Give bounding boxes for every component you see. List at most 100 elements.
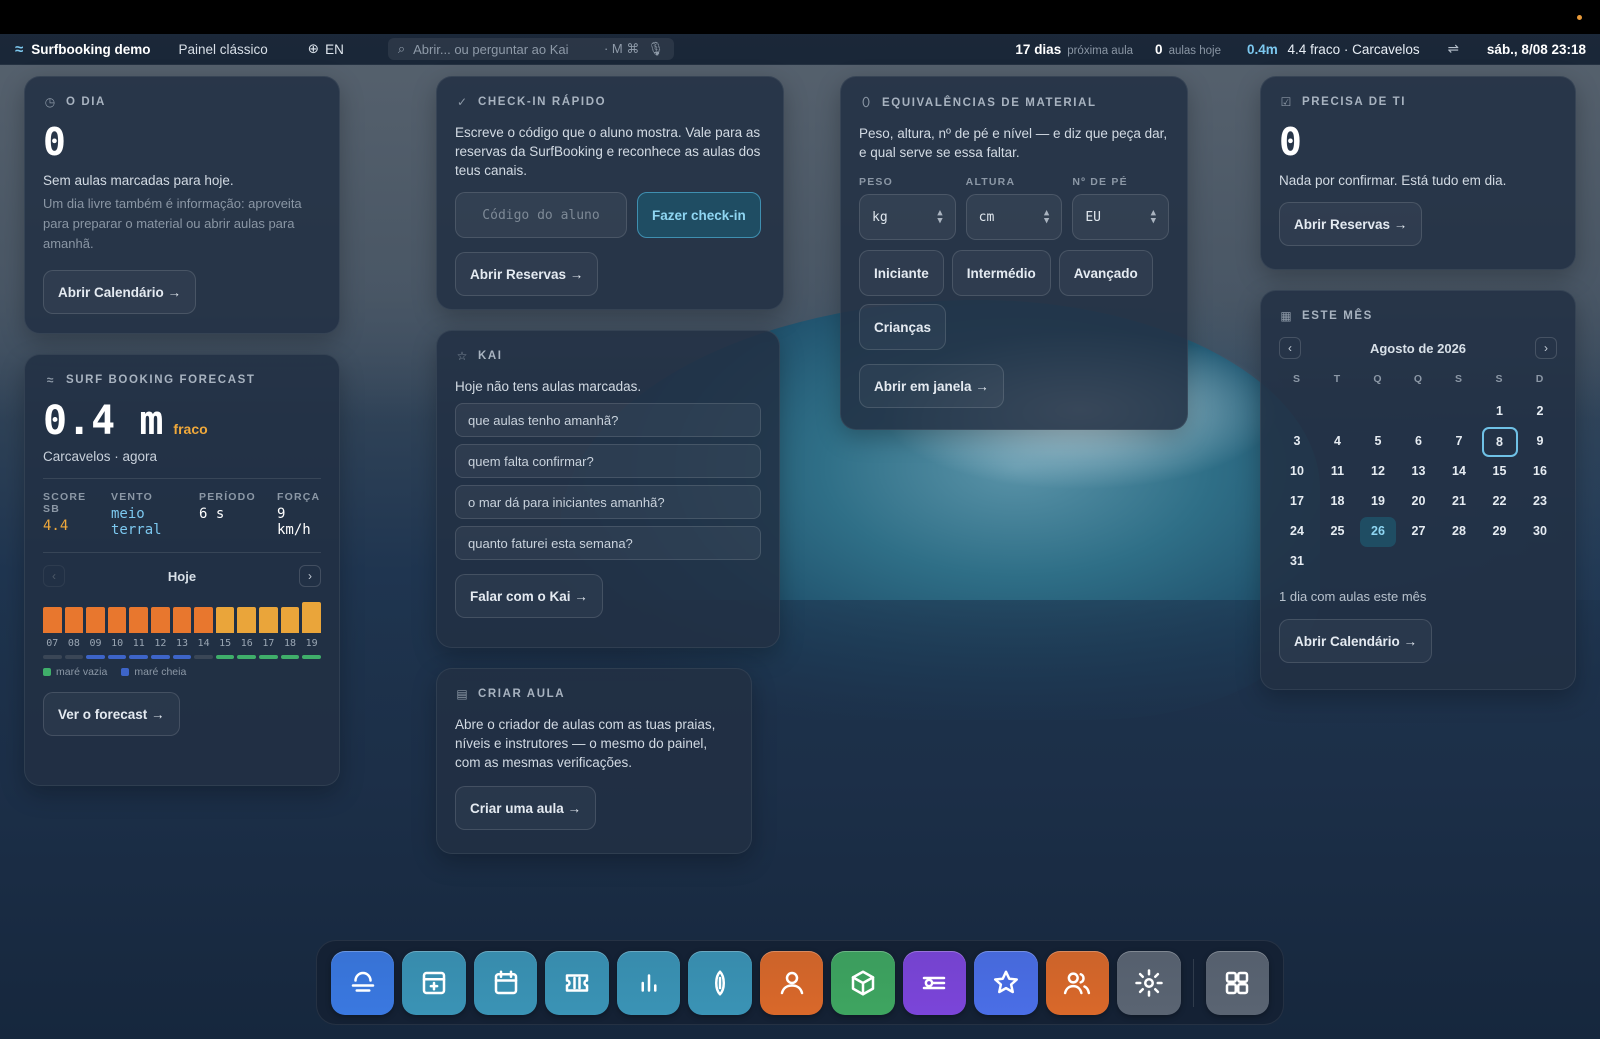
calendar-day[interactable]: 1 [1482,397,1518,427]
today-lessons-stat: 0 aulas hoje [1155,42,1221,57]
level-button[interactable]: Avançado [1058,250,1153,296]
menubar: ≈ Surfbooking demo Painel clássico ⊕ EN … [0,34,1600,65]
day-card: ◷ O DIA 0 Sem aulas marcadas para hoje. U… [24,76,340,334]
calendar-day[interactable]: 20 [1401,487,1437,517]
level-button[interactable]: Intermédio [951,250,1051,296]
command-search[interactable]: ⌕ Abrir... ou perguntar ao Kai · M ⌘ 🎙 [387,38,674,60]
dock-app-calendar[interactable] [473,950,538,1015]
system-status-strip [0,0,1600,34]
dock-app-kai[interactable] [974,950,1038,1015]
calendar-day[interactable]: 3 [1279,427,1315,457]
calendar-day[interactable]: 13 [1401,457,1437,487]
calendar-day[interactable]: 27 [1401,517,1437,547]
sliders-icon [923,976,946,989]
forecast-location: Carcavelos · agora [43,449,158,464]
level-button[interactable]: Iniciante [859,250,944,296]
open-bookings-button[interactable]: Abrir Reservas → [1279,202,1423,246]
tide-segment [237,655,257,659]
dock-app-launcher[interactable] [1205,950,1270,1015]
kai-suggestion[interactable]: que aulas tenho amanhã? [455,403,761,437]
calendar-day[interactable]: 23 [1522,487,1558,517]
calendar-day[interactable]: 25 [1320,517,1356,547]
next-day-button[interactable]: › [298,565,321,587]
sliders-icon[interactable]: ⇌ [1448,41,1459,57]
create-lesson-button[interactable]: Criar uma aula → [455,786,597,830]
create-lesson-card: ▤ CRIAR AULA Abre o criador de aulas com … [436,668,752,854]
calendar-day[interactable]: 4 [1320,427,1356,457]
dock-app-clients[interactable] [1045,950,1110,1015]
open-calendar-button[interactable]: Abrir Calendário → [43,270,197,314]
dock-app-inventory[interactable] [831,950,895,1015]
dock-app-tickets[interactable] [545,950,609,1015]
calendar-day[interactable]: 30 [1522,517,1558,547]
weekday-label: D [1535,373,1545,385]
card-title: ESTE MÊS [1302,310,1373,322]
calendar-day[interactable]: 5 [1360,427,1396,457]
gear-icon [1135,968,1163,997]
calendar-day[interactable]: 2 [1522,397,1558,427]
kai-suggestion[interactable]: o mar dá para iniciantes amanhã? [455,485,761,519]
calendar-day[interactable]: 7 [1441,427,1477,457]
wave-logo-icon: ≈ [15,40,24,58]
calendar-day[interactable]: 11 [1320,457,1356,487]
needs-you-card: ☑ PRECISA DE TI 0 Nada por confirmar. Est… [1260,76,1576,270]
calendar-day[interactable]: 14 [1441,457,1477,487]
height-select[interactable]: cm ▲ ▼ [965,194,1063,240]
dock-app-surf[interactable] [331,950,395,1015]
weight-select[interactable]: kg ▲ ▼ [859,194,956,240]
tide-segment [129,655,149,659]
calendar-day[interactable]: 26 [1360,517,1396,547]
level-button[interactable]: Crianças [859,304,947,350]
dock-app-instructors[interactable] [759,950,824,1015]
material-card: ⬯ EQUIVALÊNCIAS DE MATERIAL Peso, altura,… [840,76,1188,430]
classic-panel-link[interactable]: Painel clássico [178,42,267,57]
hour-label: 14 [197,638,210,649]
calendar-day[interactable]: 24 [1279,517,1315,547]
calendar-day[interactable]: 16 [1522,457,1558,487]
card-title: CRIAR AULA [478,688,566,700]
next-month-button[interactable]: › [1535,337,1557,359]
calendar-day[interactable]: 31 [1279,547,1315,577]
view-forecast-button[interactable]: Ver o forecast → [43,692,180,736]
weight-label: PESO [859,176,893,188]
foot-select[interactable]: EU ▲ ▼ [1072,194,1170,240]
calendar-day[interactable]: 22 [1482,487,1518,517]
hour-label: 18 [283,638,297,649]
microphone-icon[interactable]: 🎙 [647,41,664,57]
calendar-day[interactable]: 28 [1441,517,1477,547]
calendar-day[interactable]: 21 [1441,487,1477,517]
calendar-day[interactable]: 19 [1360,487,1396,517]
search-placeholder: Abrir... ou perguntar ao Kai [413,41,569,57]
language-switch[interactable]: ⊕ EN [308,41,344,57]
calendar-day[interactable]: 8 [1481,427,1518,457]
calendar-day[interactable]: 10 [1279,457,1315,487]
calendar-day[interactable]: 15 [1482,457,1518,487]
hour-label: 13 [175,638,188,649]
calendar-day[interactable]: 29 [1482,517,1518,547]
brand-name: Surfbooking demo [31,41,151,57]
dock-app-material[interactable] [688,950,752,1015]
open-calendar-button[interactable]: Abrir Calendário → [1279,619,1433,663]
force-stat: FORÇA 9 km/h [277,491,321,538]
hour-label: 11 [132,638,145,649]
checkin-submit-button[interactable]: Fazer check-in [637,192,761,238]
open-bookings-button[interactable]: Abrir Reservas → [455,252,599,296]
dock-app-filters[interactable] [902,950,967,1015]
calendar-day[interactable]: 9 [1522,427,1558,457]
dock-app-bookings[interactable] [402,950,466,1015]
brand[interactable]: ≈ Surfbooking demo [15,41,150,58]
calendar-day[interactable]: 17 [1279,487,1315,517]
open-in-window-button[interactable]: Abrir em janela → [859,364,1004,408]
kai-suggestion[interactable]: quem falta confirmar? [455,444,761,478]
calendar-day[interactable]: 18 [1320,487,1356,517]
student-code-input[interactable]: Código do aluno [455,192,627,238]
dock-app-stats[interactable] [616,950,681,1015]
talk-to-kai-button[interactable]: Falar com o Kai → [455,574,603,618]
kai-suggestion[interactable]: quanto faturei esta semana? [455,526,761,560]
prev-day-button[interactable]: ‹ [43,565,65,587]
dock-app-settings[interactable] [1117,950,1181,1015]
surf-status[interactable]: 0.4m 4.4 fraco · Carcavelos [1247,42,1420,57]
calendar-day[interactable]: 12 [1360,457,1396,487]
calendar-day[interactable]: 6 [1401,427,1437,457]
prev-month-button[interactable]: ‹ [1279,337,1301,359]
